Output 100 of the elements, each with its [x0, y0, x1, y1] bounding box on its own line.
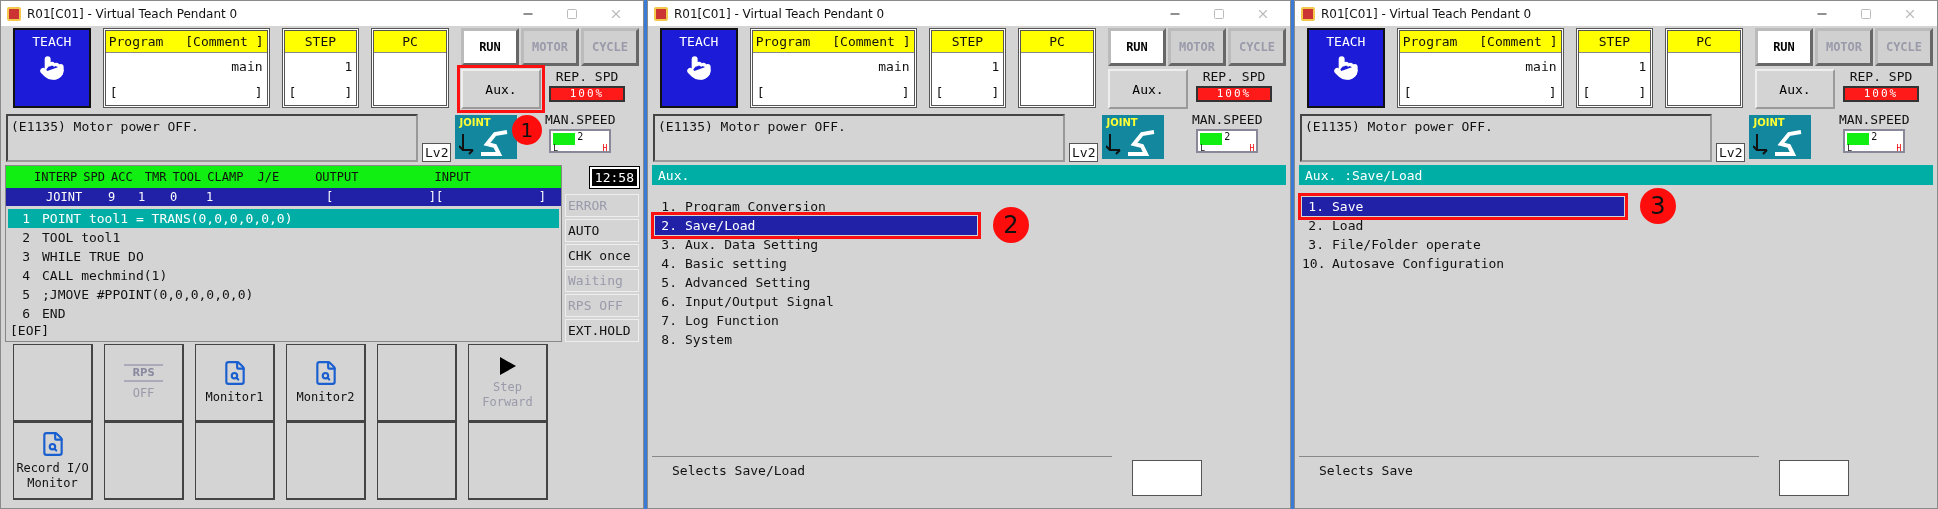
line-code: CALL mechmind(1) — [42, 268, 168, 283]
menu-item[interactable]: 5. Advanced Setting — [655, 273, 977, 292]
function-key[interactable] — [377, 422, 457, 500]
rep-speed-value: 100% — [549, 86, 625, 102]
program-line[interactable]: 6 END — [8, 304, 559, 323]
program-name: main — [231, 58, 263, 74]
pc-label: PC — [1048, 34, 1066, 49]
bracket: [ — [756, 84, 765, 100]
coord-mode-label: JOINT — [459, 117, 492, 128]
line-number: 1 — [21, 211, 31, 226]
program-label: Program — [755, 34, 811, 49]
eof-marker: [EOF] — [9, 323, 51, 338]
bracket: ] — [428, 190, 436, 204]
access-level: Lv2 — [1069, 143, 1099, 162]
line-code: WHILE TRUE DO — [42, 249, 144, 264]
access-level: Lv2 — [422, 143, 452, 162]
side-button[interactable]: CHK once — [565, 244, 639, 267]
column-header: INTERP — [34, 170, 78, 184]
line-number: 4 — [21, 268, 31, 283]
message-box: (E1135) Motor power OFF. — [6, 114, 418, 162]
gauge-value: 2 — [1871, 131, 1878, 142]
comment-label: [Comment ] — [185, 34, 264, 49]
gauge-high-label: H — [602, 144, 608, 153]
rep-speed-value: 100% — [1196, 86, 1272, 102]
column-header: TOOL — [172, 170, 202, 184]
description-text: Selects Save/Load — [652, 456, 1112, 478]
program-line[interactable]: 3 WHILE TRUE DO — [8, 247, 559, 266]
window-title: R01[C01] - Virtual Teach Pendant 0 — [674, 6, 886, 21]
column-header: INPUT — [434, 170, 471, 184]
step-label: STEP — [1597, 34, 1632, 49]
breadcrumb-bar: Aux. :Save/Load — [1299, 165, 1933, 185]
manual-speed-label: MAN.SPEED — [545, 112, 616, 127]
bracket: [ — [109, 84, 118, 100]
status-button[interactable]: RUN — [1755, 28, 1813, 66]
rep-speed-label: REP. SPD — [555, 69, 619, 84]
side-button[interactable]: AUTO — [565, 219, 639, 242]
function-key[interactable] — [195, 422, 275, 500]
menu-item[interactable]: 7. Log Function — [655, 311, 977, 330]
hand-icon — [1332, 55, 1359, 81]
side-button[interactable]: EXT.HOLD — [565, 319, 639, 342]
bracket: ] — [538, 190, 546, 204]
comment-label: [Comment ] — [832, 34, 911, 49]
function-key[interactable] — [468, 422, 548, 500]
menu-item[interactable]: 4. Basic setting — [655, 254, 977, 273]
status-value: 1 — [206, 190, 215, 204]
gauge-low-label: L — [1200, 144, 1206, 153]
mode-label: TEACH — [679, 34, 719, 49]
gauge-low-label: L — [1847, 144, 1853, 153]
column-header: CLAMP — [207, 170, 244, 184]
menu-item[interactable]: 3. File/Folder operate — [1302, 235, 1624, 254]
rep-speed-value: 100% — [1843, 86, 1919, 102]
step-label: STEP — [303, 34, 338, 49]
status-button[interactable]: RUN — [1108, 28, 1166, 66]
bracket: ] — [1548, 84, 1557, 100]
menu-item[interactable]: 6. Input/Output Signal — [655, 292, 977, 311]
column-header: TMR — [144, 170, 167, 184]
program-line[interactable]: 4 CALL mechmind(1) — [8, 266, 559, 285]
function-key[interactable]: Monitor1 — [195, 344, 275, 422]
window-title: R01[C01] - Virtual Teach Pendant 0 — [27, 6, 239, 21]
aux-button[interactable]: Aux. — [1108, 69, 1188, 109]
step-value: 1 — [344, 58, 353, 74]
input-field[interactable] — [1132, 460, 1202, 496]
hand-icon — [685, 55, 712, 81]
coord-mode-badge[interactable]: JOINT — [1102, 115, 1165, 159]
aux-button[interactable]: Aux. — [1755, 69, 1835, 109]
menu-item[interactable]: 10. Autosave Configuration — [1302, 254, 1624, 273]
function-key[interactable] — [377, 344, 457, 422]
program-line[interactable]: 5 ;JMOVE #PPOINT(0,0,0,0,0,0) — [8, 285, 559, 304]
column-header: J/E — [257, 170, 280, 184]
status-value: JOINT — [46, 190, 84, 204]
mode-label: TEACH — [1326, 34, 1366, 49]
app-icon — [7, 6, 21, 21]
status-button[interactable]: RUN — [461, 28, 519, 66]
coord-mode-badge[interactable]: JOINT — [1749, 115, 1812, 159]
rps-label: RPS — [124, 364, 163, 383]
column-header: SPD — [83, 170, 106, 184]
hand-icon — [38, 55, 65, 81]
program-name: main — [1525, 58, 1557, 74]
function-key[interactable] — [104, 422, 184, 500]
gauge-value: 2 — [1224, 131, 1231, 142]
line-code: TOOL tool1 — [42, 230, 121, 245]
step-value: 1 — [991, 58, 1000, 74]
input-field[interactable] — [1779, 460, 1849, 496]
coord-mode-badge[interactable]: JOINT — [455, 115, 518, 159]
manual-speed-label: MAN.SPEED — [1192, 112, 1263, 127]
function-key[interactable] — [286, 422, 366, 500]
function-key[interactable]: Monitor2 — [286, 344, 366, 422]
app-icon — [1301, 6, 1315, 21]
rep-speed-label: REP. SPD — [1202, 69, 1266, 84]
function-key[interactable] — [13, 344, 93, 422]
line-number: 5 — [21, 287, 31, 302]
gauge-high-label: H — [1249, 144, 1255, 153]
program-line[interactable]: 2 TOOL tool1 — [8, 228, 559, 247]
bracket: [ — [1582, 84, 1591, 100]
step-number-marker: 3 — [1640, 188, 1676, 224]
access-level: Lv2 — [1716, 143, 1746, 162]
function-key[interactable]: Record I/O Monitor — [13, 422, 93, 500]
menu-item[interactable]: 8. System — [655, 330, 977, 349]
coord-mode-label: JOINT — [1753, 117, 1786, 128]
bracket: [ — [935, 84, 944, 100]
